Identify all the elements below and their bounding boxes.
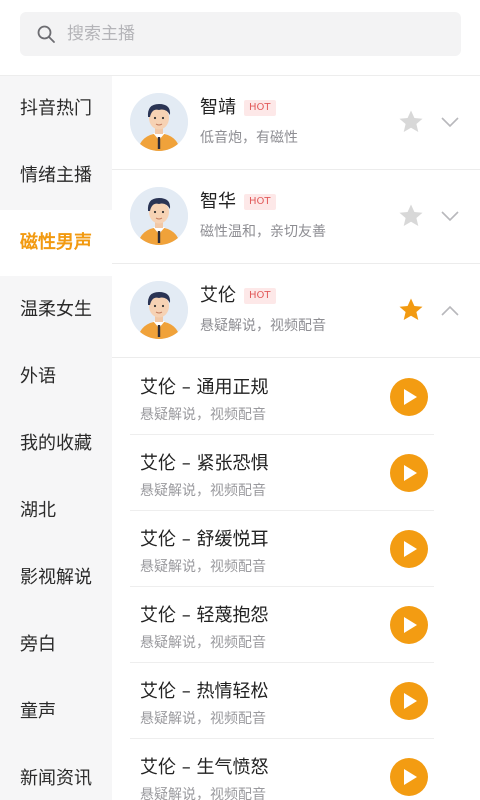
sidebar-item-label: 童声 (20, 701, 56, 722)
sidebar-item[interactable]: 旁白 (0, 612, 112, 678)
play-button[interactable] (390, 454, 428, 492)
anchor-description: 磁性温和，亲切友善 (200, 224, 326, 240)
category-sidebar: 抖音热门情绪主播磁性男声温柔女生外语我的收藏湖北影视解说旁白童声新闻资讯 (0, 76, 112, 800)
search-bar: 搜索主播 (0, 0, 480, 75)
sidebar-item[interactable]: 新闻资讯 (0, 746, 112, 800)
voice-style-title: 艾伦 – 生气愤怒 (140, 757, 269, 778)
anchor-row[interactable]: 智华 HOT 磁性温和，亲切友善 (112, 170, 480, 264)
chevron-shape (441, 117, 459, 128)
anchor-row[interactable]: 艾伦 HOT 悬疑解说，视频配音 (112, 264, 480, 358)
anchor-list: 智靖 HOT 低音炮，有磁性智华 HOT 磁性温和，亲切友善艾伦 HOT 悬疑解说，视频配音… (112, 76, 480, 800)
hot-badge: HOT (244, 194, 276, 210)
anchor-name: 智靖 (200, 97, 236, 118)
voice-style-item[interactable]: 艾伦 – 热情轻松悬疑解说，视频配音 (130, 663, 434, 739)
voice-style-title: 艾伦 – 热情轻松 (140, 681, 269, 702)
play-button[interactable] (390, 530, 428, 568)
avatar-illustration (130, 281, 188, 339)
voice-style-item[interactable]: 艾伦 – 通用正规悬疑解说，视频配音 (130, 359, 434, 435)
star-shape (399, 204, 423, 226)
sidebar-item-label: 抖音热门 (20, 98, 92, 119)
anchor-name: 艾伦 (200, 285, 236, 306)
sidebar-item-label: 情绪主播 (20, 165, 92, 186)
sidebar-item-label: 外语 (20, 366, 56, 387)
hot-badge: HOT (244, 100, 276, 116)
voice-style-item[interactable]: 艾伦 – 生气愤怒悬疑解说，视频配音 (130, 739, 434, 800)
sidebar-item[interactable]: 童声 (0, 679, 112, 745)
sidebar-item-label: 我的收藏 (20, 433, 92, 454)
sidebar-item-label: 新闻资讯 (20, 768, 92, 789)
chevron-down-icon[interactable] (440, 114, 460, 128)
chevron-down-icon[interactable] (440, 208, 460, 222)
sidebar-item[interactable]: 温柔女生 (0, 277, 112, 343)
chevron-shape (441, 211, 459, 222)
chevron-up-icon[interactable] (440, 302, 460, 316)
voice-style-title: 艾伦 – 紧张恐惧 (140, 453, 269, 474)
voice-style-description: 悬疑解说，视频配音 (140, 559, 266, 575)
play-button[interactable] (390, 758, 428, 796)
play-icon (404, 693, 417, 709)
sidebar-item-label: 温柔女生 (20, 299, 92, 320)
voice-style-description: 悬疑解说，视频配音 (140, 483, 266, 499)
sidebar-item[interactable]: 情绪主播 (0, 143, 112, 209)
star-shape (399, 298, 423, 320)
play-icon (404, 617, 417, 633)
search-placeholder: 搜索主播 (67, 24, 135, 44)
voice-style-description: 悬疑解说，视频配音 (140, 635, 266, 651)
chevron-shape (441, 305, 459, 316)
voice-style-description: 悬疑解说，视频配音 (140, 711, 266, 727)
anchor-description: 悬疑解说，视频配音 (200, 318, 326, 334)
voice-style-description: 悬疑解说，视频配音 (140, 787, 266, 800)
anchor-row[interactable]: 智靖 HOT 低音炮，有磁性 (112, 76, 480, 170)
sidebar-item[interactable]: 磁性男声 (0, 210, 112, 276)
avatar (130, 93, 188, 151)
sidebar-item[interactable]: 外语 (0, 344, 112, 410)
search-icon (37, 25, 55, 43)
sidebar-item[interactable]: 我的收藏 (0, 411, 112, 477)
sidebar-item-label: 影视解说 (20, 567, 92, 588)
avatar (130, 187, 188, 245)
play-button[interactable] (390, 682, 428, 720)
voice-style-description: 悬疑解说，视频配音 (140, 407, 266, 423)
play-button[interactable] (390, 378, 428, 416)
anchor-description: 低音炮，有磁性 (200, 130, 298, 146)
favorite-star-icon[interactable] (398, 203, 424, 229)
sidebar-item-label: 磁性男声 (20, 232, 92, 253)
avatar-illustration (130, 187, 188, 245)
avatar (130, 281, 188, 339)
star-shape (399, 110, 423, 132)
voice-style-title: 艾伦 – 通用正规 (140, 377, 269, 398)
avatar-illustration (130, 93, 188, 151)
sidebar-item[interactable]: 影视解说 (0, 545, 112, 611)
search-input[interactable]: 搜索主播 (20, 12, 461, 56)
sidebar-item-label: 湖北 (20, 500, 56, 521)
play-button[interactable] (390, 606, 428, 644)
voice-style-title: 艾伦 – 舒缓悦耳 (140, 529, 269, 550)
sidebar-item[interactable]: 抖音热门 (0, 76, 112, 142)
voice-style-item[interactable]: 艾伦 – 紧张恐惧悬疑解说，视频配音 (130, 435, 434, 511)
play-icon (404, 465, 417, 481)
play-icon (404, 389, 417, 405)
play-icon (404, 769, 417, 785)
sidebar-item[interactable]: 湖北 (0, 478, 112, 544)
favorite-star-icon[interactable] (398, 297, 424, 323)
hot-badge: HOT (244, 288, 276, 304)
voice-style-item[interactable]: 艾伦 – 轻蔑抱怨悬疑解说，视频配音 (130, 587, 434, 663)
voice-style-title: 艾伦 – 轻蔑抱怨 (140, 605, 269, 626)
sidebar-item-label: 旁白 (20, 634, 56, 655)
voice-style-item[interactable]: 艾伦 – 舒缓悦耳悬疑解说，视频配音 (130, 511, 434, 587)
anchor-name: 智华 (200, 191, 236, 212)
play-icon (404, 541, 417, 557)
favorite-star-icon[interactable] (398, 109, 424, 135)
